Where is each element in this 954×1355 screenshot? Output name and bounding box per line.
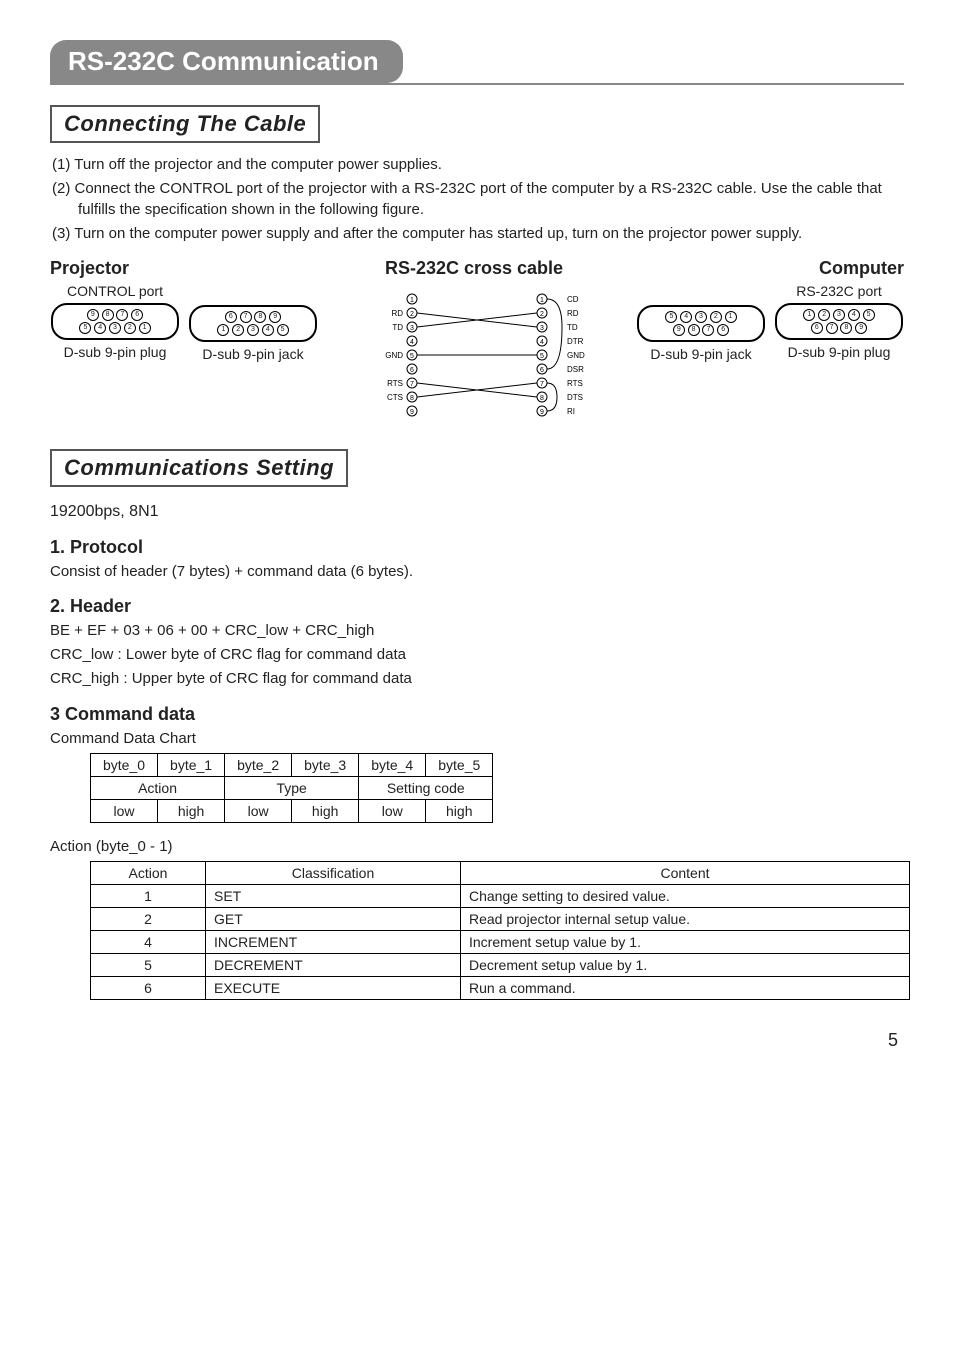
table-row: 1SETChange setting to desired value.: [91, 885, 910, 908]
dsub-plug-label: D-sub 9-pin plug: [774, 344, 904, 360]
svg-text:TD: TD: [392, 323, 403, 332]
dsub-plug-icon: 9 8 7 6 5 4 3 2 1: [51, 303, 179, 340]
svg-text:4: 4: [540, 339, 544, 346]
dsub-plug-label: D-sub 9-pin plug: [50, 344, 180, 360]
svg-text:7: 7: [410, 381, 414, 388]
table-row: 5DECREMENTDecrement setup value by 1.: [91, 954, 910, 977]
byte-table: byte_0 byte_1 byte_2 byte_3 byte_4 byte_…: [90, 753, 493, 823]
svg-text:RD: RD: [567, 309, 579, 318]
header-heading: 2. Header: [50, 596, 904, 617]
page-number: 5: [50, 1030, 898, 1051]
svg-text:RTS: RTS: [567, 379, 583, 388]
svg-text:RD: RD: [391, 309, 403, 318]
section-heading-connecting: Connecting The Cable: [50, 105, 320, 143]
step-3: (3) Turn on the computer power supply an…: [50, 224, 904, 244]
svg-text:1: 1: [410, 297, 414, 304]
action-table: Action Classification Content 1SETChange…: [90, 861, 910, 1000]
svg-text:6: 6: [410, 367, 414, 374]
cross-cable-icon: 1 2 3 4 5 6 7 8 9 1 2 3 4 5 6 7 8 9 RD TD GND RTS CTS CD RD TD…: [357, 283, 597, 433]
dsub-jack-icon: 5 4 3 2 1 9 8 7 6: [637, 305, 765, 342]
action-subheading: Action (byte_0 - 1): [50, 837, 904, 857]
table-row: 4INCREMENTIncrement setup value by 1.: [91, 931, 910, 954]
cmd-subheading: Command Data Chart: [50, 729, 904, 749]
svg-text:7: 7: [540, 381, 544, 388]
svg-text:3: 3: [410, 325, 414, 332]
baud-rate: 19200bps, 8N1: [50, 501, 904, 523]
header-line-1: CRC_low : Lower byte of CRC flag for com…: [50, 645, 904, 665]
svg-text:6: 6: [540, 367, 544, 374]
svg-text:CTS: CTS: [387, 393, 403, 402]
wiring-diagram: CONTROL port 9 8 7 6 5 4 3 2 1 D-sub 9-p…: [50, 283, 904, 433]
svg-text:DSR: DSR: [567, 365, 584, 374]
svg-text:8: 8: [540, 395, 544, 402]
step-2: (2) Connect the CONTROL port of the proj…: [50, 179, 904, 220]
svg-text:4: 4: [410, 339, 414, 346]
dsub-jack-label: D-sub 9-pin jack: [636, 346, 766, 362]
header-line-2: CRC_high : Upper byte of CRC flag for co…: [50, 669, 904, 689]
cmd-heading: 3 Command data: [50, 704, 904, 725]
label-projector: Projector: [50, 258, 129, 279]
svg-text:RI: RI: [567, 407, 575, 416]
dsub-plug-icon: 1 2 3 4 5 6 7 8 9: [775, 303, 903, 340]
svg-text:2: 2: [540, 311, 544, 318]
svg-text:1: 1: [540, 297, 544, 304]
svg-text:9: 9: [410, 409, 414, 416]
header-line-0: BE + EF + 03 + 06 + 00 + CRC_low + CRC_h…: [50, 621, 904, 641]
table-row: 6EXECUTERun a command.: [91, 977, 910, 1000]
title-rule: [50, 83, 904, 85]
step-1: (1) Turn off the projector and the compu…: [50, 155, 904, 175]
svg-text:RTS: RTS: [387, 379, 403, 388]
protocol-heading: 1. Protocol: [50, 537, 904, 558]
dsub-jack-icon: 6 7 8 9 1 2 3 4 5: [189, 305, 317, 342]
svg-text:TD: TD: [567, 323, 578, 332]
svg-text:GND: GND: [385, 351, 403, 360]
page-title: RS-232C Communication: [50, 40, 403, 83]
dsub-jack-label: D-sub 9-pin jack: [188, 346, 318, 362]
svg-text:9: 9: [540, 409, 544, 416]
svg-text:CD: CD: [567, 295, 579, 304]
svg-text:2: 2: [410, 311, 414, 318]
label-computer: Computer: [819, 258, 904, 279]
svg-text:DTS: DTS: [567, 393, 583, 402]
label-cable: RS-232C cross cable: [385, 258, 563, 279]
svg-text:8: 8: [410, 395, 414, 402]
projector-port-label: CONTROL port: [50, 283, 180, 299]
svg-text:DTR: DTR: [567, 337, 584, 346]
computer-port-label: RS-232C port: [774, 283, 904, 299]
table-row: 2GETRead projector internal setup value.: [91, 908, 910, 931]
protocol-text: Consist of header (7 bytes) + command da…: [50, 562, 904, 582]
svg-text:GND: GND: [567, 351, 585, 360]
svg-text:5: 5: [410, 353, 414, 360]
section-heading-comm: Communications Setting: [50, 449, 348, 487]
svg-text:3: 3: [540, 325, 544, 332]
svg-text:5: 5: [540, 353, 544, 360]
